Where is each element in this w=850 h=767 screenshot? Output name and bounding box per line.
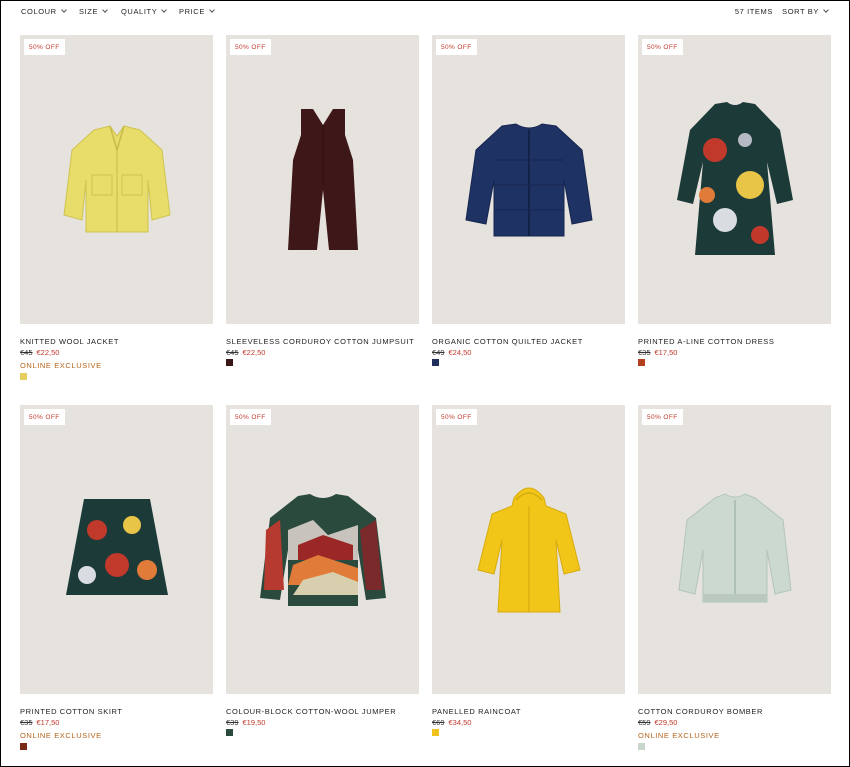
- sale-price: €19,50: [242, 718, 266, 727]
- product-card[interactable]: 50% OFF ORGANIC COTTON QUILTED JACKET €4…: [432, 35, 625, 366]
- colour-swatch[interactable]: [432, 359, 439, 366]
- filter-price[interactable]: PRICE: [179, 7, 215, 16]
- colour-swatch[interactable]: [20, 743, 27, 750]
- original-price: €49: [432, 348, 445, 357]
- discount-badge: 50% OFF: [24, 409, 65, 425]
- product-prices: €35 €17,50: [20, 718, 59, 727]
- sort-by-dropdown[interactable]: SORT BY: [782, 7, 829, 16]
- sale-price: €34,50: [448, 718, 472, 727]
- colour-swatch[interactable]: [20, 373, 27, 380]
- items-count: 57 ITEMS: [734, 7, 773, 16]
- product-card[interactable]: 50% OFF PRINTED COTTON SKIRT €35 €17,50 O…: [20, 405, 213, 750]
- product-card[interactable]: 50% OFF COLOUR-BLOCK COTTON-WOOL JUMPER …: [226, 405, 419, 736]
- chevron-down-icon: [823, 7, 829, 13]
- colour-block-jumper-icon: [259, 493, 386, 606]
- product-image[interactable]: 50% OFF: [638, 405, 831, 694]
- original-price: €39: [226, 718, 239, 727]
- discount-badge: 50% OFF: [642, 39, 683, 55]
- colour-swatch[interactable]: [226, 729, 233, 736]
- product-name[interactable]: COLOUR-BLOCK COTTON-WOOL JUMPER: [226, 707, 396, 716]
- product-prices: €49 €24,50: [432, 348, 471, 357]
- chevron-down-icon: [102, 7, 108, 13]
- sale-price: €22,50: [36, 348, 60, 357]
- discount-badge: 50% OFF: [436, 39, 477, 55]
- sort-by-label: SORT BY: [782, 7, 819, 16]
- product-image[interactable]: 50% OFF: [638, 35, 831, 324]
- product-image[interactable]: 50% OFF: [226, 405, 419, 694]
- product-name[interactable]: KNITTED WOOL JACKET: [20, 337, 119, 346]
- product-image[interactable]: 50% OFF: [432, 405, 625, 694]
- discount-badge: 50% OFF: [230, 39, 271, 55]
- online-exclusive-label: ONLINE EXCLUSIVE: [638, 731, 720, 740]
- page-frame: COLOUR SIZE QUALITY PRICE 57 ITEMS SORT …: [0, 0, 850, 767]
- product-image[interactable]: 50% OFF: [20, 405, 213, 694]
- chevron-down-icon: [60, 7, 67, 13]
- discount-badge: 50% OFF: [24, 39, 65, 55]
- sale-price: €22,50: [242, 348, 266, 357]
- filter-colour[interactable]: COLOUR: [21, 7, 67, 16]
- product-name[interactable]: COTTON CORDUROY BOMBER: [638, 707, 763, 716]
- filter-quality-label: QUALITY: [121, 7, 158, 16]
- product-name[interactable]: PRINTED COTTON SKIRT: [20, 707, 123, 716]
- colour-swatch[interactable]: [638, 743, 645, 750]
- colour-swatch[interactable]: [638, 359, 645, 366]
- product-prices: €45 €22,50: [20, 348, 59, 357]
- product-card[interactable]: 50% OFF COTTON CORDUROY BOMBER €59 €29,50…: [638, 405, 831, 750]
- original-price: €35: [638, 348, 651, 357]
- printed-dress-icon: [676, 101, 793, 255]
- product-prices: €39 €19,50: [226, 718, 265, 727]
- discount-badge: 50% OFF: [642, 409, 683, 425]
- product-name[interactable]: SLEEVELESS CORDUROY COTTON JUMPSUIT: [226, 337, 414, 346]
- product-name[interactable]: PRINTED A-LINE COTTON DRESS: [638, 337, 775, 346]
- navy-quilted-jacket-icon: [464, 122, 593, 236]
- discount-badge: 50% OFF: [436, 409, 477, 425]
- original-price: €45: [226, 348, 239, 357]
- product-card[interactable]: 50% OFF SLEEVELESS CORDUROY COTTON JUMPS…: [226, 35, 419, 366]
- mint-bomber-icon: [677, 492, 792, 602]
- chevron-down-icon: [209, 7, 215, 13]
- discount-badge: 50% OFF: [230, 409, 271, 425]
- product-card[interactable]: 50% OFF KNITTED WOOL JACKET €45 €22,50 ON…: [20, 35, 213, 380]
- yellow-jacket-icon: [62, 124, 171, 232]
- product-image[interactable]: 50% OFF: [432, 35, 625, 324]
- product-card[interactable]: 50% OFF PANELLED RAINCOAT €69 €34,50: [432, 405, 625, 736]
- filter-bar: COLOUR SIZE QUALITY PRICE 57 ITEMS SORT …: [21, 7, 829, 19]
- sale-price: €17,50: [36, 718, 60, 727]
- colour-swatch[interactable]: [432, 729, 439, 736]
- original-price: €45: [20, 348, 33, 357]
- product-prices: €59 €29,50: [638, 718, 677, 727]
- sale-price: €24,50: [448, 348, 472, 357]
- product-image[interactable]: 50% OFF: [20, 35, 213, 324]
- sale-price: €17,50: [654, 348, 678, 357]
- product-name[interactable]: PANELLED RAINCOAT: [432, 707, 521, 716]
- online-exclusive-label: ONLINE EXCLUSIVE: [20, 361, 102, 370]
- brown-jumpsuit-icon: [287, 108, 358, 250]
- original-price: €35: [20, 718, 33, 727]
- product-prices: €35 €17,50: [638, 348, 677, 357]
- product-name[interactable]: ORGANIC COTTON QUILTED JACKET: [432, 337, 583, 346]
- product-prices: €69 €34,50: [432, 718, 471, 727]
- chevron-down-icon: [161, 7, 168, 13]
- yellow-raincoat-icon: [476, 487, 581, 612]
- product-prices: €45 €22,50: [226, 348, 265, 357]
- filter-size[interactable]: SIZE: [79, 7, 108, 16]
- filter-size-label: SIZE: [79, 7, 99, 16]
- sale-price: €29,50: [654, 718, 678, 727]
- printed-skirt-icon: [65, 498, 168, 595]
- product-image[interactable]: 50% OFF: [226, 35, 419, 324]
- filter-colour-label: COLOUR: [21, 7, 57, 16]
- product-card[interactable]: 50% OFF PRINTED A-LINE COTTON DRESS €35 €…: [638, 35, 831, 366]
- filter-quality[interactable]: QUALITY: [121, 7, 168, 16]
- colour-swatch[interactable]: [226, 359, 233, 366]
- original-price: €59: [638, 718, 651, 727]
- filter-price-label: PRICE: [179, 7, 205, 16]
- online-exclusive-label: ONLINE EXCLUSIVE: [20, 731, 102, 740]
- original-price: €69: [432, 718, 445, 727]
